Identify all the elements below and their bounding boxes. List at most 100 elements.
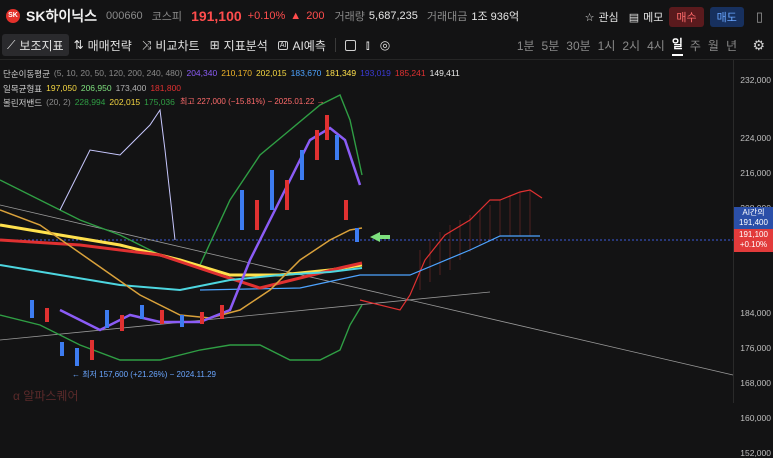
- legend-ma-value: 210,170: [221, 68, 252, 78]
- legend-bb-label: 볼린저밴드: [3, 98, 43, 108]
- star-icon: ☆: [584, 11, 595, 24]
- indicator-icon: ⟋: [7, 37, 16, 52]
- price-axis-tick: 176,000: [740, 343, 771, 353]
- period-year[interactable]: 년: [726, 37, 737, 54]
- legend-ma-value: 181,349: [325, 68, 357, 78]
- period-month[interactable]: 월: [708, 37, 719, 54]
- current-price-tag-pct: +0.10%: [739, 240, 768, 249]
- legend-ichimoku-value: 206,950: [80, 83, 112, 93]
- favorite-button[interactable]: ☆ 관심: [585, 9, 619, 25]
- ai-forecast-label: AI예측: [292, 38, 326, 53]
- legend-ma-value: 185,241: [394, 68, 426, 78]
- ai-price-label: AI간의: [742, 208, 765, 217]
- price-chart[interactable]: [0, 60, 773, 403]
- legend-ma-value: 149,411: [429, 68, 460, 78]
- analysis-button[interactable]: ⊞ 지표분석: [205, 34, 273, 56]
- price-axis-tick: 216,000: [740, 168, 771, 178]
- legend-ma[interactable]: 단순이동평균 (5, 10, 20, 50, 120, 200, 240, 48…: [3, 68, 460, 80]
- ma-yellow-thick: [0, 223, 363, 277]
- chart-toolbar: ⟋ 보조지표 ⇅ 매매전략 ⤨ 비교차트 ⊞ 지표분석 AI AI예측 ⫾ ◎ …: [0, 31, 773, 60]
- price-axis-tick: 224,000: [740, 133, 771, 143]
- alpha-logo-icon: α: [13, 389, 20, 403]
- panel-toggle-icon[interactable]: ▯: [756, 9, 763, 25]
- price-axis-tick: 160,000: [740, 413, 771, 423]
- memo-label: 메모: [643, 12, 664, 24]
- stock-name[interactable]: SK하이닉스: [26, 6, 97, 26]
- change-arrow-icon: ▲: [290, 9, 302, 22]
- settings-gear-icon[interactable]: ⚙: [752, 37, 765, 54]
- ai-icon: AI: [277, 40, 289, 50]
- candlestick-icon: ⫾: [365, 37, 370, 52]
- legend-ma-value: 183,670: [290, 68, 322, 78]
- ichimoku-span-a: [359, 189, 543, 311]
- legend-ma-params: (5, 10, 20, 50, 120, 200, 240, 480): [53, 68, 183, 78]
- sell-button[interactable]: 매도: [709, 7, 744, 27]
- toolbar-divider: [334, 38, 336, 52]
- change-amount: 200: [306, 9, 325, 22]
- camera-icon: ◎: [379, 38, 391, 52]
- screenshot-button[interactable]: ◎: [375, 34, 395, 56]
- analysis-label: 지표분석: [223, 38, 268, 53]
- legend-ichimoku-label: 일목균형표: [3, 84, 43, 94]
- price-axis-tick: 184,000: [740, 308, 771, 318]
- stock-header: SK SK하이닉스 000660 코스피 191,100 +0.10% ▲ 20…: [0, 0, 773, 31]
- legend-ma-value: 204,340: [186, 68, 218, 78]
- current-price-tag-value: 191,100: [739, 230, 768, 239]
- period-2h[interactable]: 2시: [622, 37, 640, 54]
- compare-button[interactable]: ⤨ 비교차트: [137, 34, 205, 56]
- price-axis-tick: 168,000: [740, 378, 771, 388]
- legend-ichimoku-value: 197,050: [46, 83, 77, 93]
- price-axis-tick: 232,000: [740, 75, 771, 85]
- indicators-button[interactable]: ⟋ 보조지표: [2, 34, 69, 56]
- compare-label: 비교차트: [155, 38, 200, 53]
- period-4h[interactable]: 4시: [647, 37, 665, 54]
- low-annotation: ← 최저 157,600 (+21.26%) − 2024.11.29: [72, 370, 217, 379]
- stock-logo: SK: [6, 8, 20, 23]
- ai-price-value: 191,400: [739, 218, 768, 227]
- legend-ichimoku-value: 181,800: [150, 83, 182, 93]
- candle-type-button[interactable]: ⫾: [361, 34, 375, 56]
- square-icon: [344, 39, 356, 51]
- legend-ichimoku-value: 173,400: [115, 83, 147, 93]
- memo-button[interactable]: ▤ 메모: [629, 9, 664, 25]
- watermark: α 알파스퀘어: [13, 387, 78, 404]
- amount-value: 1조 936억: [471, 10, 520, 23]
- period-1m[interactable]: 1분: [517, 37, 535, 54]
- legend-ma-value: 202,015: [255, 68, 287, 78]
- layout-button[interactable]: [340, 34, 361, 56]
- legend-bb-value: 228,994: [74, 97, 106, 107]
- ai-forecast-button[interactable]: AI AI예측: [273, 34, 331, 56]
- period-1h[interactable]: 1시: [598, 37, 616, 54]
- legend-ma-value: 193,019: [360, 68, 391, 78]
- ai-price-tag: AI간의 191,400: [734, 207, 773, 230]
- stock-code: 000660: [105, 9, 143, 22]
- period-week[interactable]: 주: [690, 37, 701, 54]
- ma-lavender: [59, 108, 176, 241]
- legend-bollinger[interactable]: 볼린저밴드 (20, 2) 228,994 202,015 175,036: [3, 97, 175, 109]
- market-label: 코스피: [151, 10, 183, 23]
- current-price-tag: 191,100 +0.10%: [734, 229, 773, 252]
- favorite-label: 관심: [598, 12, 619, 24]
- strategy-button[interactable]: ⇅ 매매전략: [69, 34, 137, 56]
- analysis-icon: ⊞: [209, 38, 220, 52]
- volume-label: 거래량: [334, 10, 365, 23]
- legend-ichimoku[interactable]: 일목균형표 197,050 206,950 173,400 181,800: [3, 83, 181, 95]
- strategy-label: 매매전략: [87, 38, 132, 53]
- ma-orange: [0, 209, 363, 319]
- amount-label: 거래대금: [426, 10, 468, 23]
- legend-bb-value: 175,036: [144, 97, 175, 107]
- volume-value: 5,687,235: [368, 9, 418, 22]
- buy-button[interactable]: 매수: [669, 7, 704, 27]
- strategy-icon: ⇅: [73, 38, 84, 52]
- period-30m[interactable]: 30분: [566, 37, 590, 54]
- price-axis-tick: 152,000: [740, 448, 771, 458]
- period-day[interactable]: 일: [671, 35, 683, 56]
- legend-ma-label: 단순이동평균: [3, 69, 50, 79]
- current-price: 191,100: [191, 7, 242, 24]
- high-annotation: 최고 227,000 (−15.81%) − 2025.01.22 →: [180, 97, 325, 106]
- compare-icon: ⤨: [141, 37, 152, 52]
- bollinger-lower: [0, 304, 363, 361]
- indicators-label: 보조지표: [19, 38, 64, 53]
- period-selector: 1분 5분 30분 1시 2시 4시 일 주 월 년: [517, 31, 737, 59]
- period-5m[interactable]: 5분: [542, 37, 560, 54]
